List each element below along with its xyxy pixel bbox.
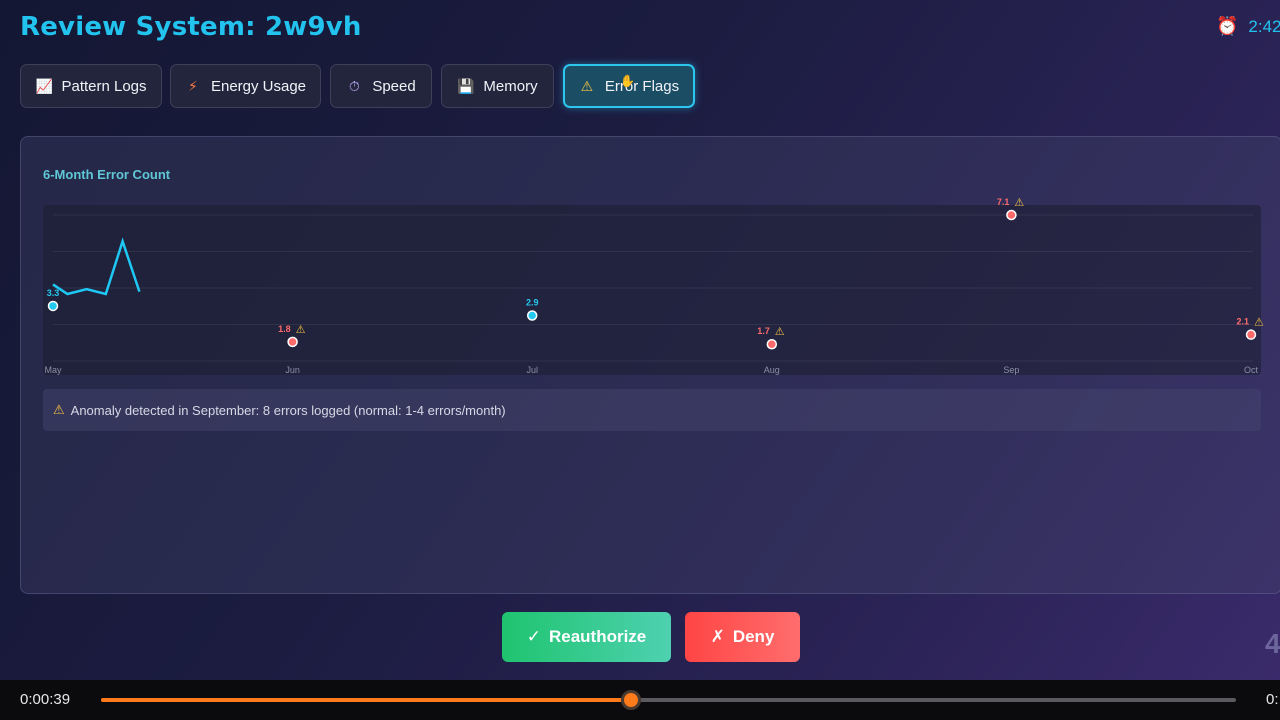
- anomaly-text: Anomaly detected in September: 8 errors …: [70, 402, 506, 418]
- x-tick-label: Sep: [1003, 365, 1019, 375]
- video-player-bar: 0:00:39 0:: [0, 680, 1280, 720]
- deny-label: Deny: [732, 627, 775, 646]
- tab-label: Pattern Logs: [61, 77, 147, 95]
- tab-label: Error Flags: [604, 77, 680, 95]
- warning-icon: ⚠: [1014, 196, 1024, 209]
- x-icon: ✗: [710, 627, 725, 646]
- seek-bar[interactable]: [101, 690, 1236, 710]
- bolt-icon: ⚡: [188, 77, 198, 94]
- seek-handle[interactable]: [621, 690, 642, 710]
- page-title: Review System: 2w9vh: [20, 12, 362, 42]
- warning-icon: ⚠: [296, 323, 306, 336]
- current-time: 0:00:39: [20, 691, 71, 708]
- alarm-clock-icon: ⏰: [1216, 16, 1239, 36]
- warning-icon: ⚠: [1254, 316, 1264, 329]
- data-label: 3.3: [47, 288, 60, 298]
- reauthorize-label: Reauthorize: [548, 627, 647, 646]
- timer-text: 2:42: [1248, 16, 1280, 36]
- x-tick-label: Jul: [526, 365, 538, 375]
- tab-label: Energy Usage: [210, 77, 307, 95]
- data-point: [1006, 209, 1017, 221]
- app-window: Review System: 2w9vh ⏰ 2:42 📈 Pattern Lo…: [0, 0, 1280, 680]
- data-label: 2.1: [1236, 317, 1249, 327]
- error-flags-panel: 6-Month Error Count May Jun Jul Aug Sep Oct 3.…: [20, 136, 1280, 594]
- warning-icon: ⚠: [53, 402, 65, 417]
- deny-button[interactable]: ✗ Deny: [685, 612, 800, 662]
- data-point: [766, 338, 778, 350]
- checkmark-icon: ✓: [526, 627, 541, 646]
- data-label: 1.8: [278, 324, 291, 334]
- data-point: [287, 336, 298, 348]
- reauthorize-button[interactable]: ✓ Reauthorize: [502, 612, 671, 662]
- x-tick-label: Oct: [1244, 365, 1259, 375]
- chart-title: 6-Month Error Count: [43, 167, 171, 182]
- seek-bar-progress: [101, 698, 632, 702]
- tab-memory[interactable]: 💾 Memory: [441, 64, 554, 108]
- anomaly-notice: ⚠ Anomaly detected in September: 8 error…: [43, 389, 1261, 431]
- tab-label: Memory: [483, 77, 538, 95]
- data-label: 1.7: [757, 326, 770, 336]
- tab-label: Speed: [372, 77, 416, 95]
- x-tick-label: May: [44, 365, 62, 375]
- tab-pattern-logs[interactable]: 📈 Pattern Logs: [20, 64, 162, 108]
- data-point: [47, 300, 59, 312]
- tab-speed[interactable]: ⏱ Speed: [330, 64, 432, 108]
- series-line: [52, 237, 141, 296]
- x-tick-label: Jun: [285, 365, 300, 375]
- tab-energy-usage[interactable]: ⚡ Energy Usage: [170, 64, 321, 108]
- stopwatch-icon: ⏱: [348, 77, 360, 94]
- end-time: 0:: [1266, 691, 1279, 708]
- data-label: 7.1: [997, 197, 1010, 207]
- data-label: 2.9: [526, 298, 539, 308]
- floppy-disk-icon: 💾: [457, 77, 475, 94]
- countdown-timer: ⏰ 2:42: [1216, 16, 1280, 37]
- data-point: [1245, 329, 1257, 340]
- mouse-cursor-icon: ✋: [620, 74, 635, 88]
- data-point: [526, 310, 538, 321]
- chart-area: May Jun Jul Aug Sep Oct 3.3 1.8 ⚠ 2.9 1.7 ⚠ 7.1 ⚠ 2.1 ⚠: [43, 196, 1264, 375]
- chart-icon: 📈: [35, 77, 53, 94]
- warning-icon: ⚠: [580, 77, 594, 94]
- x-tick-label: Aug: [764, 365, 780, 375]
- step-number: 4: [1265, 628, 1280, 659]
- warning-icon: ⚠: [775, 325, 785, 338]
- error-count-chart: May Jun Jul Aug Sep Oct 3.3 1.8 ⚠ 2.9 1.7 ⚠ 7.1 ⚠ 2.1 ⚠: [44, 196, 1264, 375]
